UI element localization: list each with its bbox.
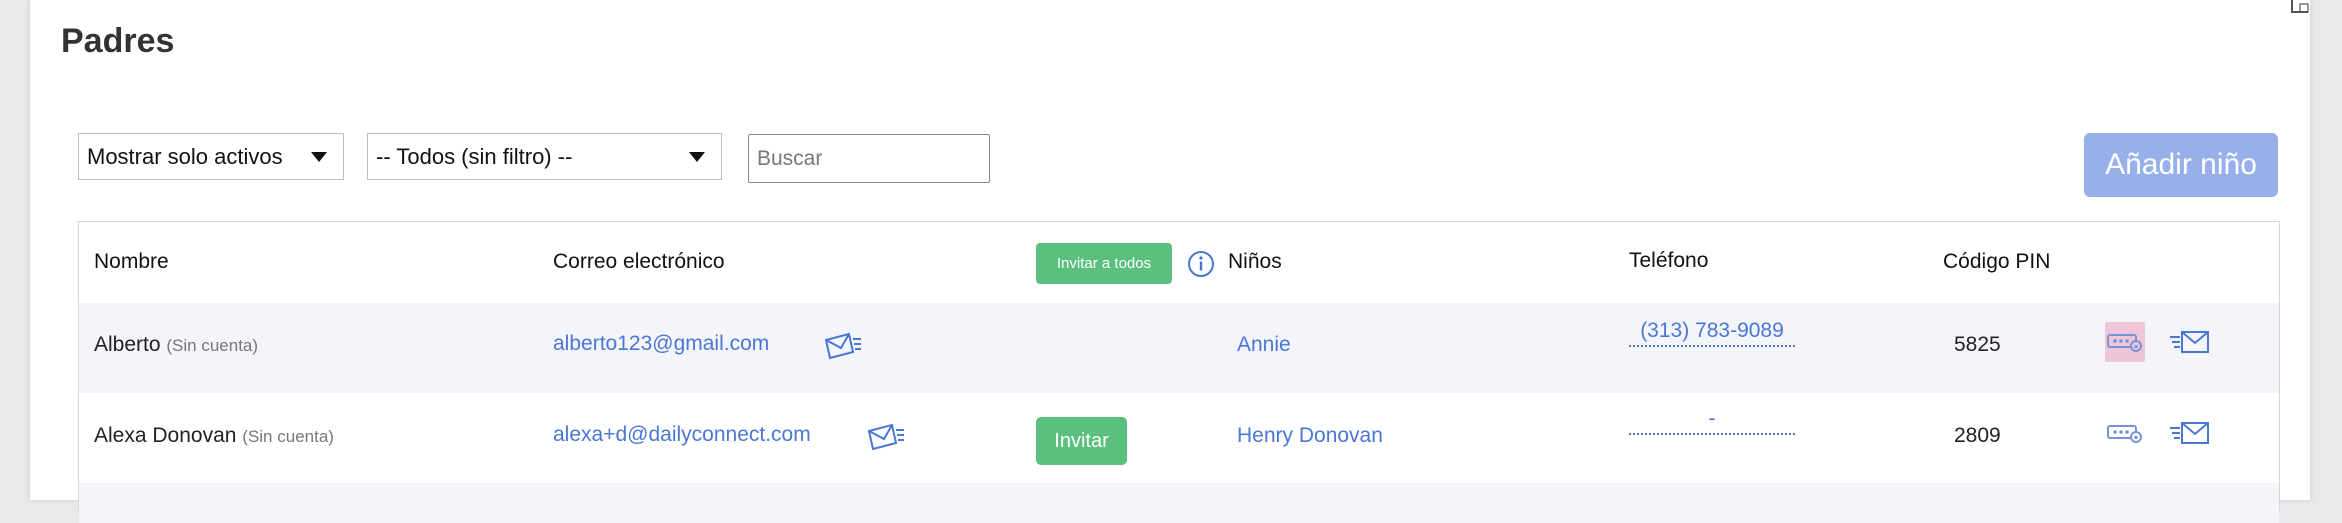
parent-email-link[interactable]: alexa+d@dailyconnect.com xyxy=(553,423,811,447)
chevron-down-icon xyxy=(311,152,327,162)
phone-link[interactable]: (313) 783-9089 xyxy=(1629,319,1795,347)
add-child-button[interactable]: Añadir niño xyxy=(2084,133,2278,197)
account-status: (Sin cuenta) xyxy=(166,336,259,355)
table-row: Alexa Donovan (Sin cuenta) alexa+d@daily… xyxy=(79,393,2279,483)
phone-link[interactable]: - xyxy=(1629,407,1795,435)
chevron-down-icon xyxy=(689,152,705,162)
send-email-icon[interactable] xyxy=(823,330,863,360)
pin-key-icon[interactable] xyxy=(2105,322,2145,362)
parents-panel: Padres Mostrar solo activos -- Todos (si… xyxy=(30,0,2310,523)
parent-name-text: Alexa Donovan xyxy=(94,424,237,447)
child-link[interactable]: Henry Donovan xyxy=(1237,424,1383,448)
page-title: Padres xyxy=(61,22,175,60)
group-filter-select[interactable]: -- Todos (sin filtro) -- xyxy=(367,133,722,180)
table-row: Alberto (Sin cuenta) alberto123@gmail.co… xyxy=(79,303,2279,393)
header-name[interactable]: Nombre xyxy=(94,250,169,274)
table-row xyxy=(79,483,2279,523)
header-pin[interactable]: Código PIN xyxy=(1943,250,2050,274)
invite-all-button[interactable]: Invitar a todos xyxy=(1036,243,1172,284)
account-status: (Sin cuenta) xyxy=(242,427,334,446)
expand-window-icon[interactable] xyxy=(2270,0,2310,22)
header-children[interactable]: Niños xyxy=(1228,250,1282,274)
parent-email-link[interactable]: alberto123@gmail.com xyxy=(553,332,769,356)
group-filter-value: -- Todos (sin filtro) -- xyxy=(376,143,573,169)
parent-name: Alexa Donovan (Sin cuenta) xyxy=(94,424,334,448)
pin-code: 2809 xyxy=(1954,424,2001,447)
status-filter-select[interactable]: Mostrar solo activos xyxy=(78,133,344,180)
info-icon[interactable] xyxy=(1186,249,1216,279)
header-phone[interactable]: Teléfono xyxy=(1629,249,1708,273)
parent-name-text: Alberto xyxy=(94,333,161,356)
parents-table: Nombre Correo electrónico Invitar a todo… xyxy=(78,221,2280,523)
pin-key-icon[interactable] xyxy=(2105,413,2145,453)
header-email[interactable]: Correo electrónico xyxy=(553,250,725,274)
pin-code: 5825 xyxy=(1954,333,2001,356)
invite-button[interactable]: Invitar xyxy=(1036,417,1127,465)
status-filter-value: Mostrar solo activos xyxy=(87,143,283,169)
search-input[interactable] xyxy=(748,134,990,183)
send-email-icon[interactable] xyxy=(866,421,906,451)
parent-name: Alberto (Sin cuenta) xyxy=(94,333,258,357)
table-header: Nombre Correo electrónico Invitar a todo… xyxy=(79,222,2279,304)
send-pin-icon[interactable] xyxy=(2169,418,2211,448)
send-pin-icon[interactable] xyxy=(2169,327,2211,357)
child-link[interactable]: Annie xyxy=(1237,333,1291,357)
